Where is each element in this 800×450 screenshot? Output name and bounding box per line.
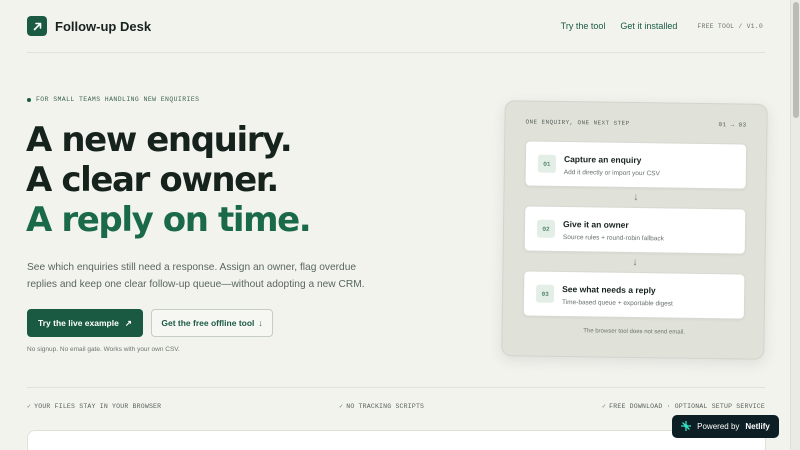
hero-kicker: FOR SMALL TEAMS HANDLING NEW ENQUIRIES: [27, 96, 199, 103]
preview-label: ONE ENQUIRY, ONE NEXT STEP: [525, 118, 630, 127]
trust-item: ✓ YOUR FILES STAY IN YOUR BROWSER: [27, 402, 162, 410]
hero-headline: A new enquiry. A clear owner. A reply on…: [26, 120, 312, 240]
check-icon: ✓: [602, 402, 607, 410]
page-scrollbar[interactable]: [790, 0, 800, 450]
headline-line-1: A new enquiry.: [26, 120, 293, 160]
step-title: See what needs a reply: [562, 283, 656, 296]
hero-description: See which enquiries still need a respons…: [27, 262, 365, 290]
cta-row: Try the live example ↗ Get the free offl…: [27, 309, 273, 337]
nav-try-the-tool[interactable]: Try the tool: [561, 21, 606, 31]
arrow-up-right-icon: [27, 16, 47, 36]
scrollbar-thumb[interactable]: [793, 2, 799, 118]
hero-note: No signup. No email gate. Works with you…: [27, 346, 180, 353]
arrow-up-right-icon: ↗: [124, 317, 132, 328]
kicker-text: FOR SMALL TEAMS HANDLING NEW ENQUIRIES: [36, 96, 200, 103]
step-number: 03: [535, 284, 555, 303]
preview-footnote: The browser tool does not send email.: [583, 328, 685, 336]
preview-counter: 01 → 03: [718, 121, 747, 129]
app-name: Follow-up Desk: [55, 18, 152, 34]
headline-line-3: A reply on time.: [26, 200, 312, 240]
badge-prefix: Powered by: [697, 422, 740, 431]
netlify-logo-icon: [680, 420, 692, 433]
preview-header: ONE ENQUIRY, ONE NEXT STEP 01 → 03: [525, 118, 746, 128]
step-subtitle: Add it directly or import your CSV: [563, 169, 660, 178]
site-header: Follow-up Desk Try the tool Get it insta…: [27, 0, 765, 53]
powered-by-netlify-badge[interactable]: Powered by Netlify: [672, 415, 779, 438]
logo[interactable]: Follow-up Desk: [27, 16, 151, 36]
step-number: 02: [536, 219, 556, 238]
trust-strip: ✓ YOUR FILES STAY IN YOUR BROWSER ✓ NO TRA…: [27, 387, 765, 423]
arrow-down-icon: ↓: [258, 318, 263, 328]
get-offline-tool-button[interactable]: Get the free offline tool ↓: [151, 309, 273, 337]
button-label: Get the free offline tool: [161, 318, 255, 328]
step-number: 01: [537, 154, 557, 173]
nav-get-it-installed[interactable]: Get it installed: [620, 21, 677, 31]
top-nav: Try the tool Get it installed FREE TOOL …: [561, 21, 765, 31]
arrow-down-icon: ↓: [632, 256, 638, 269]
step-card-owner: 02 Give it an owner Source rules + round…: [523, 205, 747, 255]
badge-brand: Netlify: [745, 422, 770, 431]
trust-item: ✓ FREE DOWNLOAD · OPTIONAL SETUP SERVICE: [602, 402, 765, 410]
page: Follow-up Desk Try the tool Get it insta…: [0, 0, 790, 450]
step-title: Capture an enquiry: [563, 154, 642, 166]
arrow-down-icon: ↓: [633, 191, 639, 204]
version-label: FREE TOOL / V1.0: [697, 22, 763, 30]
try-live-example-button[interactable]: Try the live example ↗: [27, 309, 143, 337]
next-section-card: [27, 430, 766, 450]
step-subtitle: Time-based queue + exportable digest: [561, 298, 673, 308]
dot-icon: [27, 97, 31, 102]
trust-item: ✓ NO TRACKING SCRIPTS: [339, 402, 425, 410]
step-card-reply: 03 See what needs a reply Time-based que…: [522, 270, 746, 320]
step-title: Give it an owner: [563, 219, 629, 230]
workflow-preview-card: ONE ENQUIRY, ONE NEXT STEP 01 → 03 01 Ca…: [501, 100, 768, 360]
button-label: Try the live example: [38, 318, 119, 328]
step-card-capture: 01 Capture an enquiry Add it directly or…: [524, 140, 748, 190]
headline-line-2: A clear owner.: [26, 160, 279, 200]
step-subtitle: Source rules + round-robin fallback: [562, 234, 664, 243]
check-icon: ✓: [339, 402, 344, 410]
check-icon: ✓: [27, 402, 32, 410]
